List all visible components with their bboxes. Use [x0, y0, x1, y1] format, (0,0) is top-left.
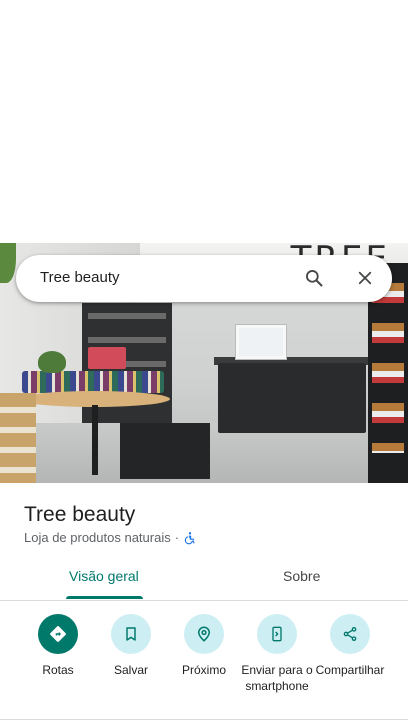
place-title: Tree beauty — [24, 503, 136, 526]
directions-icon — [38, 614, 78, 654]
send-to-phone-label: Enviar para o smartphone — [241, 663, 313, 693]
share-label: Compartilhar — [315, 663, 385, 677]
photo-jars — [0, 393, 36, 483]
photo-monitor — [236, 325, 286, 359]
tab-active-indicator — [66, 596, 143, 599]
tab-overview[interactable]: Visão geral — [69, 568, 139, 584]
search-bar[interactable]: Tree beauty — [16, 255, 392, 302]
tab-about[interactable]: Sobre — [283, 568, 320, 584]
search-input[interactable]: Tree beauty — [40, 269, 120, 286]
save-label: Salvar — [113, 663, 148, 677]
place-category: Loja de produtos naturais — [24, 530, 171, 545]
separator-dot: · — [174, 530, 180, 545]
bookmark-icon — [111, 614, 151, 654]
directions-label: Rotas — [42, 663, 74, 677]
tab-bar: Visão geral Sobre — [0, 558, 408, 601]
search-icon[interactable] — [302, 266, 326, 290]
place-subtitle: Loja de produtos naturais · — [24, 530, 197, 545]
nearby-button[interactable]: Próximo — [164, 614, 244, 678]
photo-products — [22, 371, 164, 393]
close-icon[interactable] — [353, 266, 377, 290]
bottom-divider — [0, 719, 408, 720]
photo-table-leg — [92, 405, 98, 475]
action-row: Rotas Salvar Próximo Enviar para o smart… — [0, 614, 408, 714]
photo-red-sign — [88, 347, 126, 369]
send-to-phone-button[interactable]: Enviar para o smartphone — [237, 614, 317, 694]
photo-display-cube — [120, 423, 210, 479]
directions-button[interactable]: Rotas — [18, 614, 98, 678]
photo-counter — [218, 363, 366, 433]
photo-plant — [38, 351, 66, 373]
share-button[interactable]: Compartilhar — [310, 614, 390, 678]
nearby-label: Próximo — [181, 663, 226, 677]
share-icon — [330, 614, 370, 654]
nearby-icon — [184, 614, 224, 654]
send-to-phone-icon — [257, 614, 297, 654]
wheelchair-accessible-icon — [183, 531, 197, 545]
save-button[interactable]: Salvar — [91, 614, 171, 678]
